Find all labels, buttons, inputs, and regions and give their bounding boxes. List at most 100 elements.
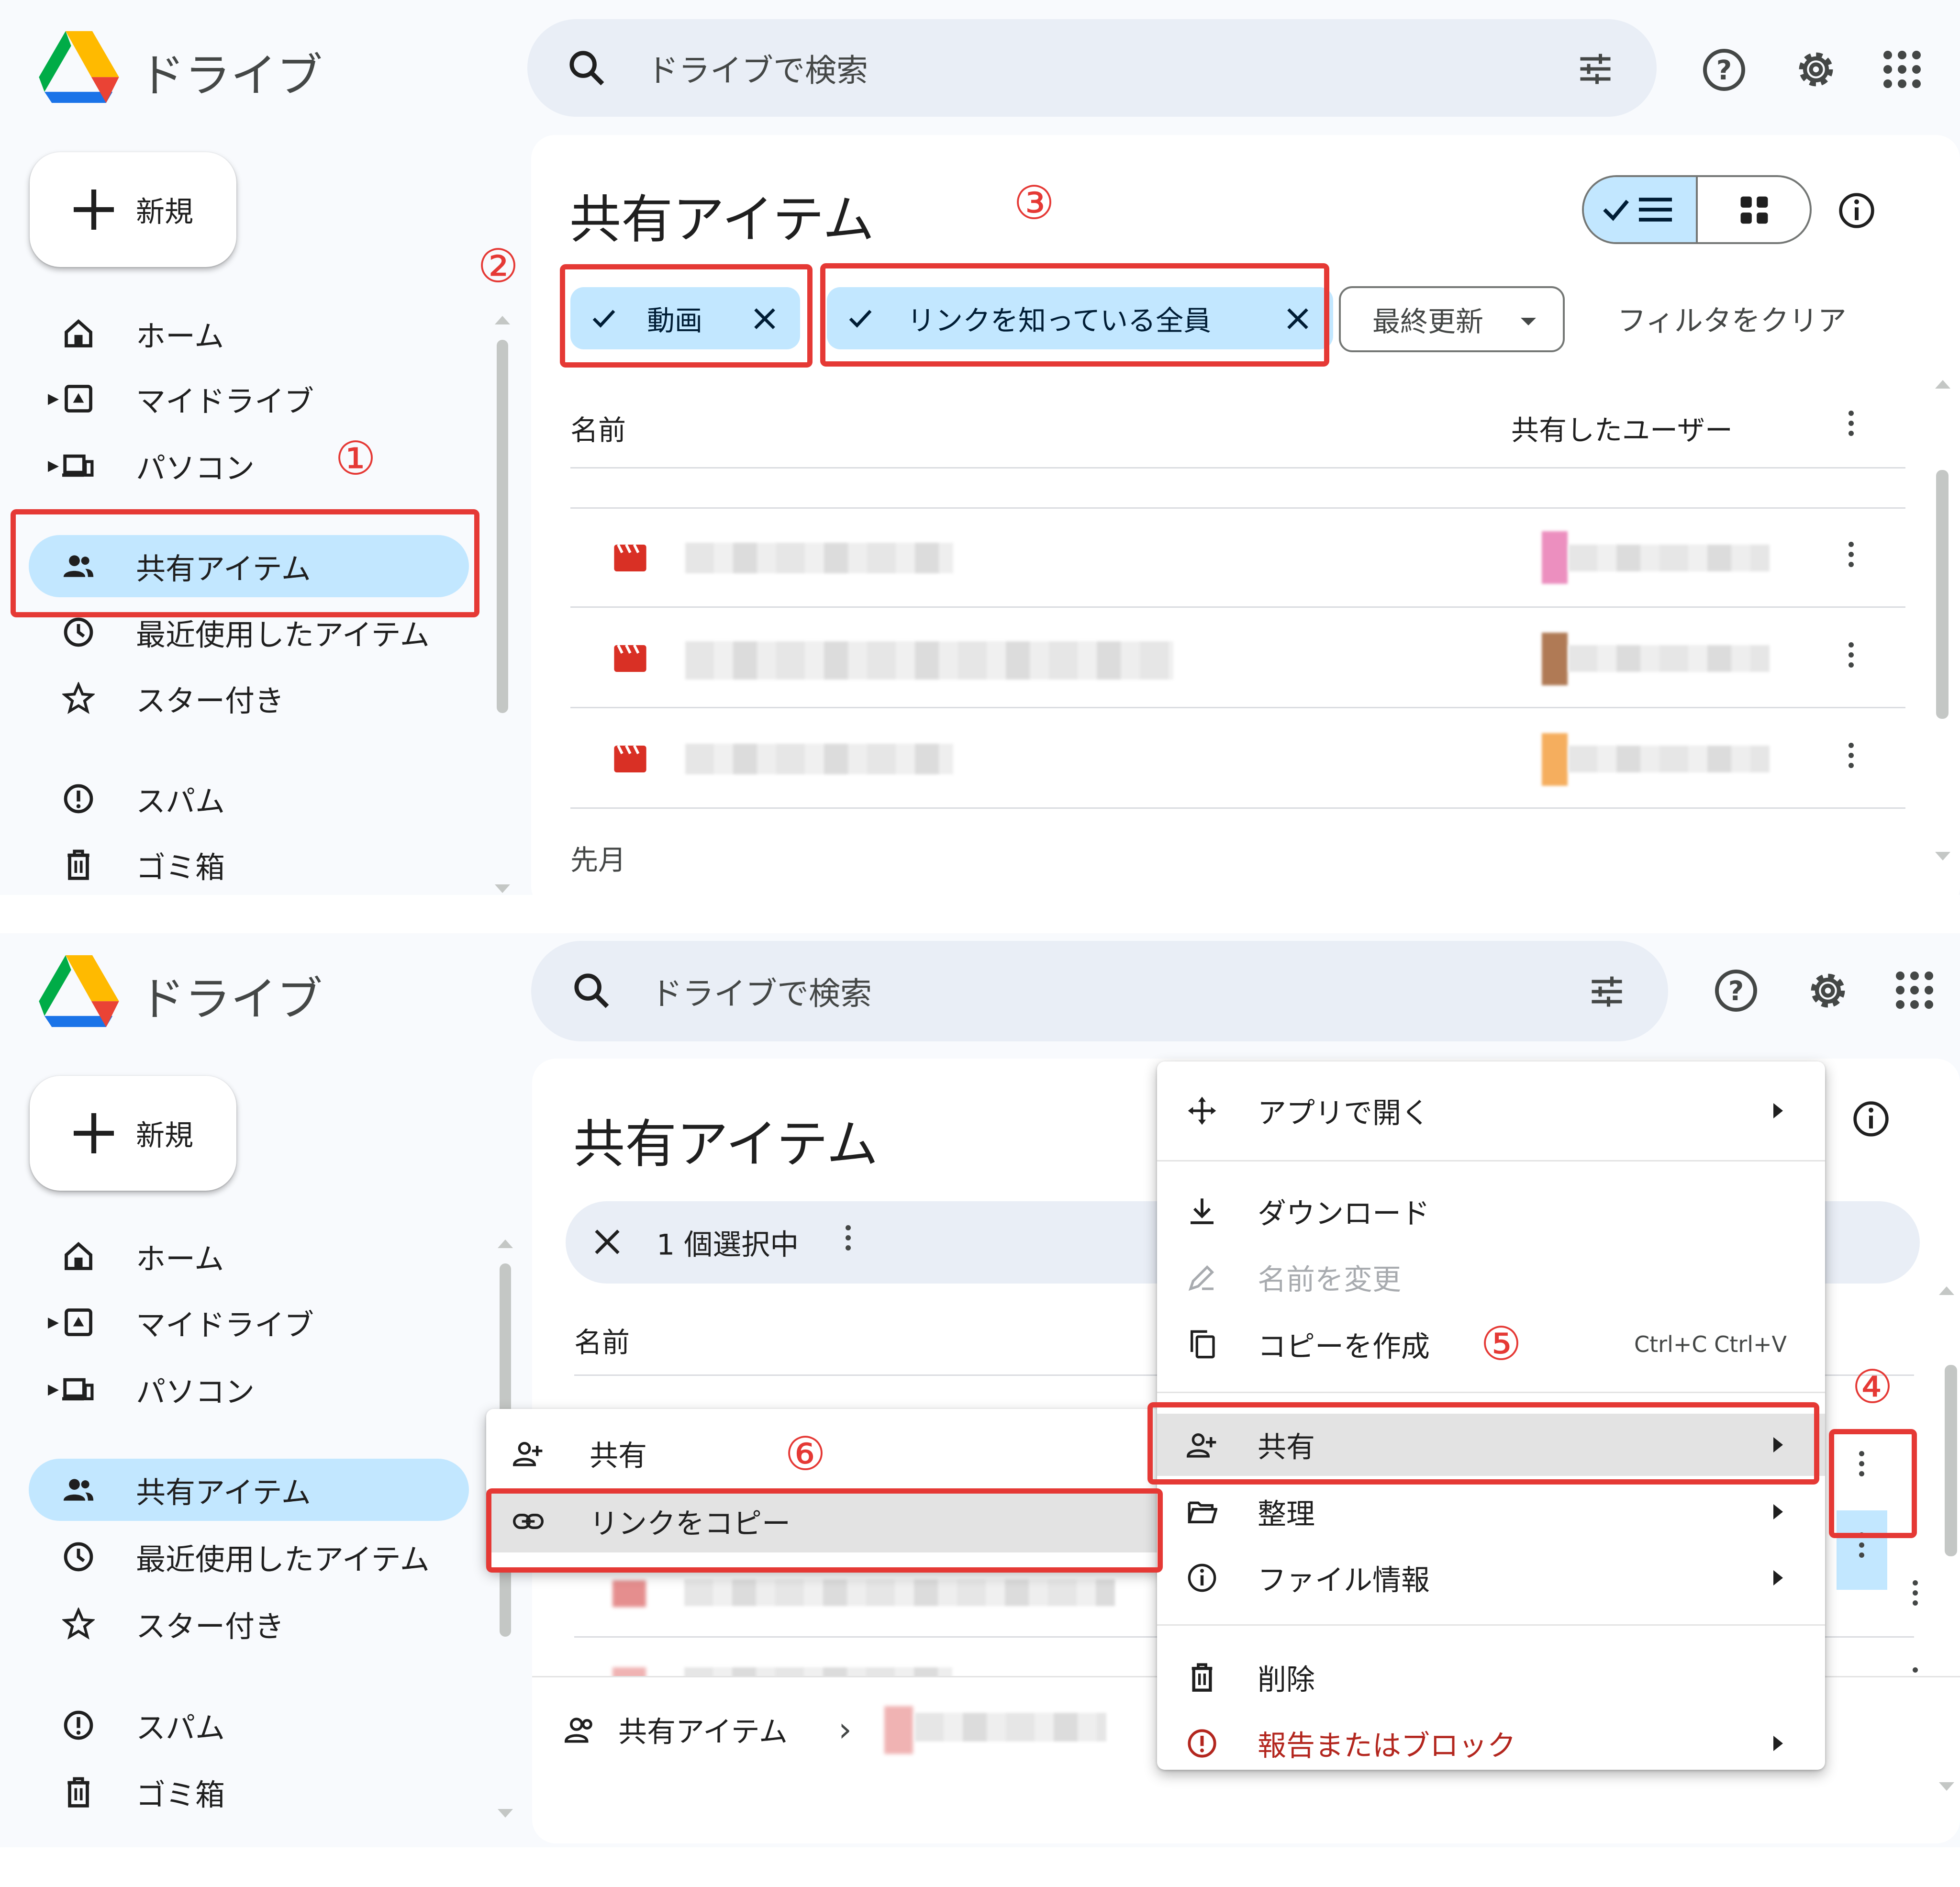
sidebar-item-home[interactable]: ホーム bbox=[29, 1225, 469, 1287]
row-more-options-icon[interactable] bbox=[1845, 738, 1857, 781]
menu-item-download[interactable]: ダウンロード bbox=[1157, 1180, 1825, 1242]
menu-item-delete[interactable]: 削除 bbox=[1157, 1646, 1825, 1708]
people-icon bbox=[62, 1474, 95, 1506]
selection-more-icon[interactable] bbox=[842, 1220, 854, 1263]
spam-icon bbox=[62, 1709, 95, 1742]
search-input[interactable]: ドライブで検索 bbox=[651, 968, 872, 1014]
main-scrollbar[interactable] bbox=[1936, 470, 1949, 719]
search-bar[interactable]: ドライブで検索 bbox=[531, 941, 1668, 1041]
edit-pencil-icon bbox=[1187, 1262, 1217, 1293]
search-icon bbox=[566, 47, 608, 89]
sidebar-item-label: パソコン bbox=[136, 1374, 255, 1409]
user-avatar-redacted bbox=[1542, 633, 1568, 685]
menu-item-label: 報告またはブロック bbox=[1258, 1729, 1516, 1763]
table-row[interactable] bbox=[570, 609, 1905, 708]
menu-item-label: コピーを作成 bbox=[1258, 1330, 1430, 1364]
copy-icon bbox=[1187, 1329, 1217, 1360]
sidebar-item-label: 共有アイテム bbox=[136, 1475, 311, 1510]
sidebar-item-trash[interactable]: ゴミ箱 bbox=[29, 834, 469, 895]
table-row[interactable] bbox=[570, 508, 1905, 608]
menu-item-organize[interactable]: 整理 bbox=[1157, 1481, 1825, 1543]
open-with-move-icon bbox=[1187, 1095, 1217, 1126]
menu-separator bbox=[1157, 1160, 1825, 1161]
info-icon[interactable] bbox=[1838, 191, 1876, 230]
info-icon[interactable] bbox=[1852, 1100, 1890, 1138]
sidebar-item-spam[interactable]: スパム bbox=[29, 1694, 469, 1756]
highlight-box-share-menu-item bbox=[1147, 1402, 1819, 1485]
submenu-arrow-icon bbox=[1773, 1504, 1783, 1519]
sidebar-item-label: スター付き bbox=[136, 683, 285, 718]
search-bar[interactable]: ドライブで検索 bbox=[527, 19, 1657, 117]
sidebar-item-shared[interactable]: 共有アイテム bbox=[29, 1459, 469, 1521]
expand-arrow-icon[interactable]: ▶ bbox=[48, 1314, 59, 1331]
expand-arrow-icon[interactable]: ▶ bbox=[48, 1381, 59, 1398]
sidebar-item-trash[interactable]: ゴミ箱 bbox=[29, 1761, 469, 1823]
menu-item-file-info[interactable]: ファイル情報 bbox=[1157, 1547, 1825, 1609]
scroll-up-arrow[interactable] bbox=[495, 316, 510, 324]
view-toggle[interactable] bbox=[1582, 175, 1812, 244]
video-file-icon bbox=[613, 645, 647, 672]
scroll-up-arrow[interactable] bbox=[1939, 1286, 1954, 1295]
sidebar-item-computers[interactable]: ▶ パソコン bbox=[29, 1358, 469, 1420]
scroll-down-arrow[interactable] bbox=[498, 1809, 513, 1818]
sidebar-item-starred[interactable]: スター付き bbox=[29, 667, 469, 729]
new-button[interactable]: 新規 bbox=[30, 1076, 236, 1191]
breadcrumb[interactable]: 共有アイテム bbox=[618, 1708, 788, 1750]
clear-filters-link[interactable]: フィルタをクリア bbox=[1617, 298, 1847, 339]
column-header-name[interactable]: 名前 bbox=[574, 1320, 630, 1360]
more-options-icon[interactable] bbox=[1845, 406, 1857, 449]
menu-item-report[interactable]: 報告またはブロック bbox=[1157, 1712, 1825, 1775]
drive-logo-icon[interactable] bbox=[38, 955, 120, 1027]
scroll-up-arrow[interactable] bbox=[1935, 380, 1950, 389]
scroll-down-arrow[interactable] bbox=[495, 884, 510, 893]
row-more-options-icon[interactable] bbox=[1845, 537, 1857, 580]
main-scrollbar[interactable] bbox=[1945, 1365, 1957, 1556]
new-button[interactable]: 新規 bbox=[30, 152, 236, 267]
filter-chip-modified[interactable]: 最終更新 bbox=[1339, 286, 1565, 352]
add-person-icon bbox=[513, 1438, 544, 1469]
menu-item-open-with[interactable]: アプリで開く bbox=[1157, 1080, 1825, 1142]
sidebar-item-computers[interactable]: ▶ パソコン bbox=[29, 435, 469, 497]
menu-separator bbox=[1157, 1392, 1825, 1393]
sidebar-item-my-drive[interactable]: ▶ マイドライブ bbox=[29, 1291, 469, 1353]
apps-grid-icon[interactable] bbox=[1881, 48, 1924, 91]
keyboard-shortcut: Ctrl+C Ctrl+V bbox=[1634, 1331, 1787, 1357]
sidebar-item-my-drive[interactable]: ▶ マイドライブ bbox=[29, 368, 469, 430]
column-header-shared-by[interactable]: 共有したユーザー bbox=[1511, 408, 1733, 448]
scroll-down-arrow[interactable] bbox=[1939, 1782, 1954, 1791]
sidebar-scrollbar[interactable] bbox=[497, 340, 508, 713]
search-options-icon[interactable] bbox=[1587, 971, 1627, 1012]
my-drive-icon bbox=[62, 382, 95, 415]
folder-open-icon bbox=[1187, 1496, 1217, 1527]
sidebar-item-spam[interactable]: スパム bbox=[29, 768, 469, 830]
row-more-options-icon[interactable] bbox=[1909, 1575, 1921, 1619]
star-icon bbox=[62, 1608, 95, 1640]
table-row[interactable] bbox=[570, 709, 1905, 809]
list-view-button[interactable] bbox=[1584, 177, 1698, 242]
column-header-name[interactable]: 名前 bbox=[570, 408, 626, 448]
grid-view-icon[interactable] bbox=[1739, 195, 1769, 225]
settings-gear-icon[interactable] bbox=[1804, 967, 1852, 1015]
scroll-up-arrow[interactable] bbox=[498, 1239, 513, 1248]
row-more-options-icon[interactable] bbox=[1845, 637, 1857, 681]
sidebar-item-recent[interactable]: 最近使用したアイテム bbox=[29, 1526, 469, 1588]
help-icon[interactable]: ? bbox=[1713, 968, 1759, 1014]
scroll-down-arrow[interactable] bbox=[1935, 852, 1950, 860]
sidebar-item-starred[interactable]: スター付き bbox=[29, 1593, 469, 1655]
settings-gear-icon[interactable] bbox=[1792, 45, 1840, 93]
close-icon[interactable] bbox=[592, 1227, 622, 1257]
annotation-4: ④ bbox=[1852, 1360, 1893, 1414]
search-input[interactable]: ドライブで検索 bbox=[647, 45, 868, 91]
apps-grid-icon[interactable] bbox=[1893, 969, 1936, 1012]
trash-icon bbox=[62, 1776, 95, 1809]
sidebar-item-home[interactable]: ホーム bbox=[29, 302, 469, 365]
search-options-icon[interactable] bbox=[1575, 49, 1615, 89]
selection-count: 1 個選択中 bbox=[657, 1228, 799, 1262]
drive-logo-icon[interactable] bbox=[38, 31, 120, 103]
sidebar-item-label: マイドライブ bbox=[136, 1307, 314, 1342]
expand-arrow-icon[interactable]: ▶ bbox=[48, 458, 59, 474]
help-icon[interactable]: ? bbox=[1701, 47, 1747, 93]
expand-arrow-icon[interactable]: ▶ bbox=[48, 391, 59, 407]
file-icon-redacted bbox=[884, 1706, 913, 1754]
menu-item-rename[interactable]: 名前を変更 bbox=[1157, 1246, 1825, 1308]
